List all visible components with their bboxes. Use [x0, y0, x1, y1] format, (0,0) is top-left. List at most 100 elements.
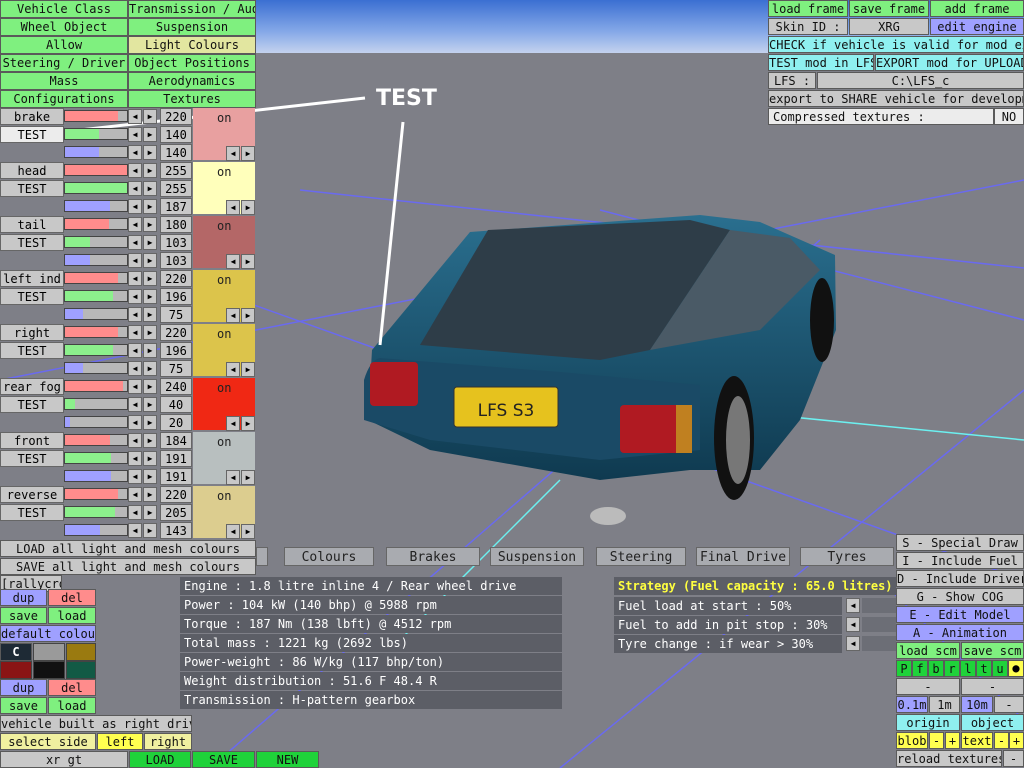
tyre-change-decrease-icon[interactable]: ◀	[846, 636, 860, 651]
car-name-field[interactable]: xr gt	[0, 751, 128, 768]
light-value[interactable]: 220	[160, 324, 192, 341]
step-1m-button[interactable]: 1m	[929, 696, 960, 713]
text-plus-button[interactable]: +	[1009, 732, 1024, 749]
del-button[interactable]: del	[48, 589, 96, 606]
view-letter-t[interactable]: t	[976, 660, 992, 677]
menu-object-positions[interactable]: Object Positions	[128, 54, 256, 72]
side-right-button[interactable]: right	[144, 733, 192, 750]
value-decrease-icon[interactable]: ◀	[128, 109, 142, 124]
menu-allow[interactable]: Allow	[0, 36, 128, 54]
value-increase-icon[interactable]: ▶	[143, 217, 157, 232]
light-slider-track[interactable]	[64, 398, 128, 410]
value-increase-icon[interactable]: ▶	[143, 163, 157, 178]
light-value[interactable]: 255	[160, 180, 192, 197]
built-as-right-drive-button[interactable]: vehicle built as right drive	[0, 715, 192, 732]
state-prev-icon[interactable]: ◀	[226, 254, 240, 269]
minus-left-button[interactable]: -	[896, 678, 960, 695]
light-value[interactable]: 184	[160, 432, 192, 449]
colour-swatch-grey[interactable]	[33, 643, 65, 661]
state-next-icon[interactable]: ▶	[241, 416, 255, 431]
value-increase-icon[interactable]: ▶	[143, 487, 157, 502]
light-slider-track[interactable]	[64, 326, 128, 338]
value-increase-icon[interactable]: ▶	[143, 199, 157, 214]
lfs-path-field[interactable]: C:\LFS_c	[817, 72, 1024, 89]
light-slider-track[interactable]	[64, 488, 128, 500]
value-decrease-icon[interactable]: ◀	[128, 487, 142, 502]
menu-suspension[interactable]: Suspension	[128, 18, 256, 36]
light-value[interactable]: 75	[160, 306, 192, 323]
blob-plus-button[interactable]: +	[945, 732, 960, 749]
dot-icon[interactable]: ●	[1008, 660, 1024, 677]
value-decrease-icon[interactable]: ◀	[128, 361, 142, 376]
reload-textures-button[interactable]: reload textures	[896, 750, 1002, 767]
tab-colours[interactable]: Colours	[284, 547, 374, 566]
value-increase-icon[interactable]: ▶	[143, 235, 157, 250]
save-config-button[interactable]: save	[0, 607, 47, 624]
light-test-left-ind[interactable]: TEST	[0, 288, 64, 305]
light-value[interactable]: 187	[160, 198, 192, 215]
special-draw-button[interactable]: S - Special Draw	[896, 534, 1024, 551]
light-slider-track[interactable]	[64, 434, 128, 446]
light-slider-track[interactable]	[64, 362, 128, 374]
state-next-icon[interactable]: ▶	[241, 524, 255, 539]
dup-button[interactable]: dup	[0, 589, 47, 606]
load-colours-button[interactable]: load	[48, 697, 96, 714]
menu-mass[interactable]: Mass	[0, 72, 128, 90]
menu-aerodynamics[interactable]: Aerodynamics	[128, 72, 256, 90]
value-increase-icon[interactable]: ▶	[143, 361, 157, 376]
value-decrease-icon[interactable]: ◀	[128, 523, 142, 538]
tab-partial[interactable]	[256, 547, 268, 566]
state-prev-icon[interactable]: ◀	[226, 308, 240, 323]
light-value[interactable]: 103	[160, 252, 192, 269]
load-config-button[interactable]: load	[48, 607, 96, 624]
value-increase-icon[interactable]: ▶	[143, 271, 157, 286]
value-increase-icon[interactable]: ▶	[143, 469, 157, 484]
value-decrease-icon[interactable]: ◀	[128, 397, 142, 412]
light-value[interactable]: 103	[160, 234, 192, 251]
light-value[interactable]: 191	[160, 468, 192, 485]
view-letter-l[interactable]: l	[960, 660, 976, 677]
edit-engine-button[interactable]: edit engine	[930, 18, 1024, 35]
state-prev-icon[interactable]: ◀	[226, 146, 240, 161]
tab-steering[interactable]: Steering	[596, 547, 686, 566]
state-next-icon[interactable]: ▶	[241, 470, 255, 485]
colour-swatch-green[interactable]	[66, 661, 96, 679]
value-decrease-icon[interactable]: ◀	[128, 235, 142, 250]
light-test-tail[interactable]: TEST	[0, 234, 64, 251]
text-minus-button[interactable]: -	[994, 732, 1009, 749]
dup-colours-button[interactable]: dup	[0, 679, 47, 696]
value-decrease-icon[interactable]: ◀	[128, 289, 142, 304]
compressed-textures-toggle[interactable]: NO	[994, 108, 1024, 125]
value-increase-icon[interactable]: ▶	[143, 451, 157, 466]
tab-final-drive[interactable]: Final Drive	[696, 547, 790, 566]
tab-suspension[interactable]: Suspension	[490, 547, 584, 566]
value-increase-icon[interactable]: ▶	[143, 145, 157, 160]
tab-tyres[interactable]: Tyres	[800, 547, 894, 566]
value-increase-icon[interactable]: ▶	[143, 397, 157, 412]
object-button[interactable]: object	[961, 714, 1024, 731]
export-mod-button[interactable]: EXPORT mod for UPLOAD	[875, 54, 1024, 71]
menu-transmission-audio[interactable]: Transmission / Audio	[128, 0, 256, 18]
state-prev-icon[interactable]: ◀	[226, 524, 240, 539]
light-value[interactable]: 20	[160, 414, 192, 431]
light-value[interactable]: 220	[160, 108, 192, 125]
include-fuel-button[interactable]: I - Include Fuel	[896, 552, 1024, 569]
light-value[interactable]: 205	[160, 504, 192, 521]
view-letter-P[interactable]: P	[896, 660, 912, 677]
light-slider-track[interactable]	[64, 506, 128, 518]
light-test-brake[interactable]: TEST	[0, 126, 64, 143]
light-value[interactable]: 180	[160, 216, 192, 233]
view-letter-b[interactable]: b	[928, 660, 944, 677]
new-car-button[interactable]: NEW	[256, 751, 319, 768]
light-slider-track[interactable]	[64, 146, 128, 158]
value-increase-icon[interactable]: ▶	[143, 343, 157, 358]
light-test-head[interactable]: TEST	[0, 180, 64, 197]
state-next-icon[interactable]: ▶	[241, 254, 255, 269]
save-all-colours-button[interactable]: SAVE all light and mesh colours	[0, 558, 256, 575]
light-value[interactable]: 140	[160, 144, 192, 161]
value-decrease-icon[interactable]: ◀	[128, 505, 142, 520]
skin-id-field[interactable]: XRG	[849, 18, 929, 35]
light-slider-track[interactable]	[64, 470, 128, 482]
menu-steering-driver[interactable]: Steering / Driver	[0, 54, 128, 72]
light-slider-track[interactable]	[64, 254, 128, 266]
